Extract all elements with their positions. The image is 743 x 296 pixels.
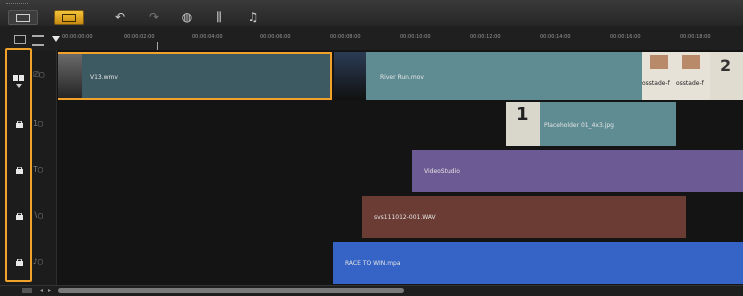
track-manager-icon[interactable] [32,35,44,46]
overlay-track-icon: 1▢ [33,119,43,128]
clip-label: VideoStudio [424,168,460,175]
scroll-right-icon[interactable]: ▸ [48,288,51,294]
timeline-toolbar: ↶ ↷ ◍ ⫼ ♫ [0,0,743,26]
sound-mixer-icon: ⫼ [216,9,222,24]
grip-handle[interactable] [6,3,28,6]
record-capture-icon: ◍ [181,10,193,24]
transition-thumbnail [650,55,668,69]
redo-icon: ↷ [148,10,160,24]
title-track-icon: T▢ [33,165,43,174]
overlay-track: 1▢ 1 Placeholder 01_4x3.jpg [0,102,743,149]
playhead-marker-icon[interactable] [52,36,60,42]
clip-label: RACE TO WIN.mpa [345,260,401,267]
clip-label: Placeholder 01_4x3.jpg [544,122,614,129]
placeholder-badge: 1 [516,104,529,125]
auto-music-button[interactable]: ♫ [245,10,261,24]
undo-icon: ↶ [114,10,126,24]
ruler-time: 00:00:16:00 [610,34,641,40]
video-clip[interactable]: River Run.mov [334,52,642,100]
clip-thumbnail [334,52,366,100]
clip-label: osstade-f [676,80,704,87]
clip-label: 2 [720,56,732,75]
redo-button[interactable]: ↷ [146,10,162,24]
clip-label: River Run.mov [380,74,424,81]
transition-clip[interactable]: osstade-f [676,52,710,100]
auto-music-icon: ♫ [247,10,259,24]
overlay-thumbnail[interactable]: 1 [506,102,540,146]
ruler-time: 00:00:10:00 [400,34,431,40]
transition-clip[interactable]: osstade-f [642,52,676,100]
video-track-icon: ⎚▢ [33,70,45,79]
scroll-left-icon[interactable]: ◂ [40,288,43,294]
zoom-icon[interactable] [22,288,32,293]
video-clip[interactable]: V13.wmv [58,52,332,100]
clip-label: svs111012-001.WAV [374,214,436,221]
video-track: ⎚▢ V13.wmv River Run.mov osstade-f ossta… [0,50,743,103]
transition-thumbnail [682,55,700,69]
clip-label: V13.wmv [90,74,118,81]
ruler-time: 00:00:08:00 [330,34,361,40]
storyboard-view-button[interactable] [8,10,38,25]
track-lock-highlight [5,48,32,282]
ruler-time: 00:00:14:00 [540,34,571,40]
music-track: ♪▢ RACE TO WIN.mpa [0,240,743,286]
storyboard-view-icon [16,13,30,22]
music-track-icon: ♪▢ [33,257,43,266]
record-capture-button[interactable]: ◍ [179,10,195,24]
clip-label: osstade-f [642,80,670,87]
music-clip[interactable]: RACE TO WIN.mpa [333,242,743,284]
ruler-time: 00:00:12:00 [470,34,501,40]
clip-thumbnail [58,54,82,98]
voice-track-icon: ∖▢ [33,211,43,220]
ruler-time: 00:00:00:00 [62,34,93,40]
timeline-view-icon [62,13,76,22]
video-clip[interactable]: 2 [710,52,743,100]
voice-clip[interactable]: svs111012-001.WAV [362,196,686,238]
sound-mixer-button[interactable]: ⫼ [211,10,227,24]
ruler-time: 00:00:04:00 [192,34,223,40]
ruler-time: 00:00:18:00 [680,34,711,40]
overlay-clip[interactable]: Placeholder 01_4x3.jpg [540,102,676,146]
title-track: T▢ VideoStudio [0,148,743,195]
timeline-view-button[interactable] [54,10,84,25]
ruler-tick [157,42,158,50]
title-clip[interactable]: VideoStudio [412,150,743,192]
voice-track: ∖▢ svs111012-001.WAV [0,194,743,241]
timeline-scrollbar[interactable]: ◂ ▸ [0,285,743,296]
scrollbar-thumb[interactable] [58,288,404,293]
ruler-time: 00:00:02:00 [124,34,155,40]
fit-project-icon[interactable] [14,35,26,44]
timeline-ruler[interactable]: 00:00:00:00 00:00:02:00 00:00:04:00 00:0… [0,26,743,51]
ruler-time: 00:00:06:00 [260,34,291,40]
undo-button[interactable]: ↶ [112,10,128,24]
